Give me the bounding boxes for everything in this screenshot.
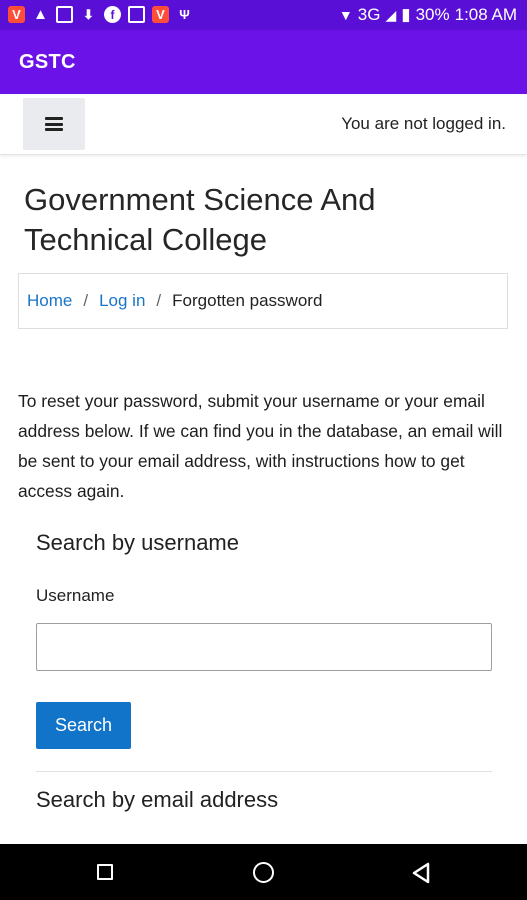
signal-icon: ◢: [385, 6, 397, 23]
login-status: You are not logged in.: [341, 114, 506, 133]
facebook-icon: f: [104, 6, 121, 23]
recents-button[interactable]: [97, 864, 113, 880]
breadcrumb-separator: /: [83, 291, 89, 310]
username-label: Username: [36, 586, 115, 605]
hamburger-icon: [45, 117, 63, 131]
section-divider: [36, 771, 492, 772]
wifi-icon: ▼: [338, 7, 353, 23]
app-title: GSTC: [19, 51, 76, 73]
warning-icon: ▲: [33, 6, 48, 23]
site-navbar: You are not logged in.: [0, 94, 527, 155]
usb-icon: Ψ: [179, 7, 190, 22]
system-icons: ▼ 3G ◢ ▮ 30% 1:08 AM: [339, 5, 517, 25]
mail-icon: [128, 6, 145, 23]
search-email-heading: Search by email address: [36, 787, 279, 812]
back-button[interactable]: [411, 862, 431, 884]
breadcrumb-login-link[interactable]: Log in: [99, 291, 145, 311]
status-bar: V ▲ ⬇ f V Ψ ▼ 3G ◢ ▮ 30% 1:08 AM: [0, 0, 527, 30]
app-bar: GSTC: [0, 30, 527, 94]
home-button[interactable]: [253, 862, 274, 883]
breadcrumb-home-link[interactable]: Home: [27, 291, 72, 311]
clock: 1:08 AM: [454, 5, 517, 24]
download-icon: ⬇: [83, 7, 94, 22]
breadcrumb-current: Forgotten password: [172, 291, 323, 310]
breadcrumb-separator: /: [156, 291, 162, 310]
instructions-text: To reset your password, submit your user…: [18, 391, 503, 501]
system-navigation-bar: [0, 844, 527, 900]
notification-icons: V ▲ ⬇ f V Ψ: [8, 6, 193, 23]
battery-icon: ▮: [401, 5, 411, 24]
breadcrumb: Home / Log in / Forgotten password: [18, 273, 508, 329]
search-username-heading: Search by username: [36, 530, 239, 555]
network-type: 3G: [357, 5, 381, 24]
username-input[interactable]: [36, 623, 492, 671]
vivaldi-icon: V: [8, 6, 25, 23]
battery-percent: 30%: [415, 5, 450, 24]
page-title: Government Science And Technical College: [24, 182, 376, 257]
search-button[interactable]: Search: [36, 702, 131, 749]
menu-button[interactable]: [23, 98, 85, 150]
vivaldi-icon: V: [152, 6, 169, 23]
gallery-icon: [56, 6, 73, 23]
